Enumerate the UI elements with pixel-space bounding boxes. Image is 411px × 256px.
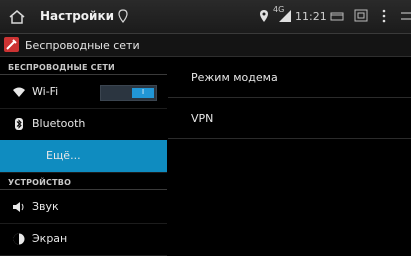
wireless-settings-icon: [4, 37, 19, 52]
sidebar-item-label: Wi-Fi: [32, 85, 59, 98]
wifi-icon: [13, 87, 25, 97]
sidebar-item-more[interactable]: Ещё...: [0, 140, 167, 173]
list-item-vpn[interactable]: VPN: [168, 98, 411, 139]
location-icon: [118, 9, 128, 23]
sidebar-item-sound[interactable]: Звук: [0, 191, 167, 224]
clock: 11:21: [295, 10, 327, 23]
action-bar: Настройки 4G 11:21: [0, 0, 411, 34]
gps-icon: [260, 10, 268, 22]
bluetooth-icon: [15, 118, 23, 130]
screenshot-icon[interactable]: [354, 9, 368, 22]
sidebar-item-bluetooth[interactable]: Bluetooth: [0, 108, 167, 141]
equalizer-icon[interactable]: [401, 10, 411, 22]
settings-detail-pane: Режим модема VPN: [168, 57, 411, 247]
sidebar-item-wifi[interactable]: Wi-Fi I: [0, 76, 167, 109]
status-bar: 4G 11:21: [211, 0, 411, 33]
toggle-knob: I: [132, 88, 154, 98]
category-label: УСТРОЙСТВО: [8, 178, 72, 187]
home-icon[interactable]: [8, 8, 26, 26]
window-icon[interactable]: [330, 11, 344, 21]
sidebar-item-label: Экран: [32, 232, 68, 245]
list-item-label: Режим модема: [191, 71, 278, 84]
section-title: Беспроводные сети: [25, 39, 140, 52]
speaker-icon: [13, 202, 24, 212]
category-device: УСТРОЙСТВО: [0, 172, 167, 190]
list-item-tethering[interactable]: Режим модема: [168, 57, 411, 98]
overflow-menu-icon[interactable]: [382, 9, 386, 23]
brightness-icon: [13, 233, 25, 245]
sidebar-item-screen[interactable]: Экран: [0, 223, 167, 256]
page-title: Настройки: [40, 9, 115, 23]
list-item-label: VPN: [191, 112, 214, 125]
sidebar-item-label: Ещё...: [46, 149, 81, 162]
wifi-toggle[interactable]: I: [100, 85, 157, 101]
section-header: Беспроводные сети: [0, 34, 411, 57]
category-wireless: БЕСПРОВОДНЫЕ СЕТИ: [0, 57, 167, 75]
signal-icon: [279, 10, 291, 22]
toggle-state-label: I: [142, 88, 145, 96]
sidebar-item-label: Bluetooth: [32, 117, 86, 130]
sidebar-item-label: Звук: [32, 200, 59, 213]
category-label: БЕСПРОВОДНЫЕ СЕТИ: [8, 63, 115, 72]
settings-categories: БЕСПРОВОДНЫЕ СЕТИ Wi-Fi I Bluetooth Ещё.…: [0, 57, 167, 256]
